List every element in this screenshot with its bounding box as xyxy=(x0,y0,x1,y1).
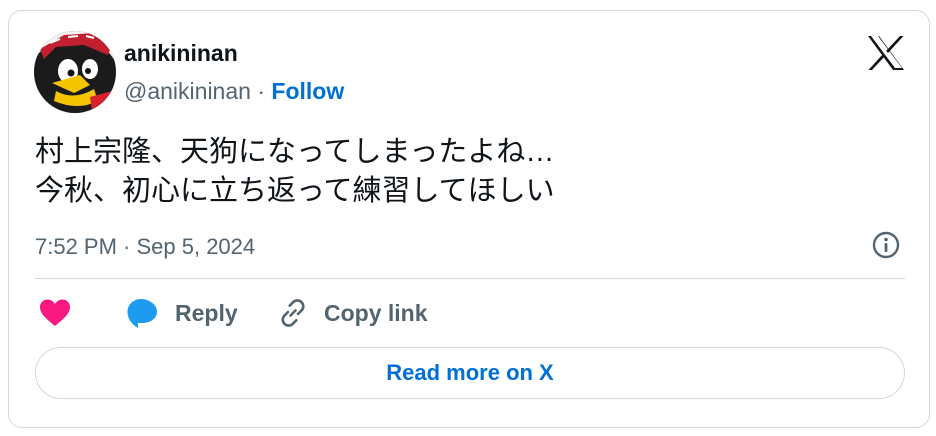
author-handle[interactable]: @anikininan xyxy=(124,78,251,104)
speech-bubble-icon xyxy=(127,299,157,328)
tweet-timestamp[interactable]: 7:52 PM · Sep 5, 2024 xyxy=(35,234,255,260)
info-icon[interactable] xyxy=(871,230,901,260)
avatar[interactable] xyxy=(34,31,116,113)
copy-link-button[interactable]: Copy link xyxy=(277,295,428,331)
tweet-text: 村上宗隆、天狗になってしまったよね… 今秋、初心に立ち返って練習してほしい xyxy=(35,133,895,211)
separator: · xyxy=(250,78,272,104)
reply-label: Reply xyxy=(175,299,238,326)
reply-button[interactable]: Reply xyxy=(126,295,238,331)
tweet-text-line: 村上宗隆、天狗になってしまったよね… xyxy=(35,136,555,168)
divider xyxy=(35,278,905,279)
read-more-button[interactable]: Read more on X xyxy=(35,347,905,399)
link-icon xyxy=(281,299,305,327)
copy-link-label: Copy link xyxy=(324,299,428,326)
x-logo-icon[interactable] xyxy=(867,35,905,71)
author-display-name[interactable]: anikininan xyxy=(124,40,238,67)
follow-button[interactable]: Follow xyxy=(271,78,344,104)
like-button[interactable] xyxy=(39,295,71,331)
tweet-embed-card: anikininan @anikininan · Follow 村上宗隆、天狗に… xyxy=(8,10,930,428)
avatar-mascot-icon xyxy=(34,31,116,113)
tweet-text-line: 今秋、初心に立ち返って練習してほしい xyxy=(35,175,555,207)
author-handle-row: @anikininan · Follow xyxy=(124,78,344,105)
heart-icon xyxy=(40,299,70,326)
